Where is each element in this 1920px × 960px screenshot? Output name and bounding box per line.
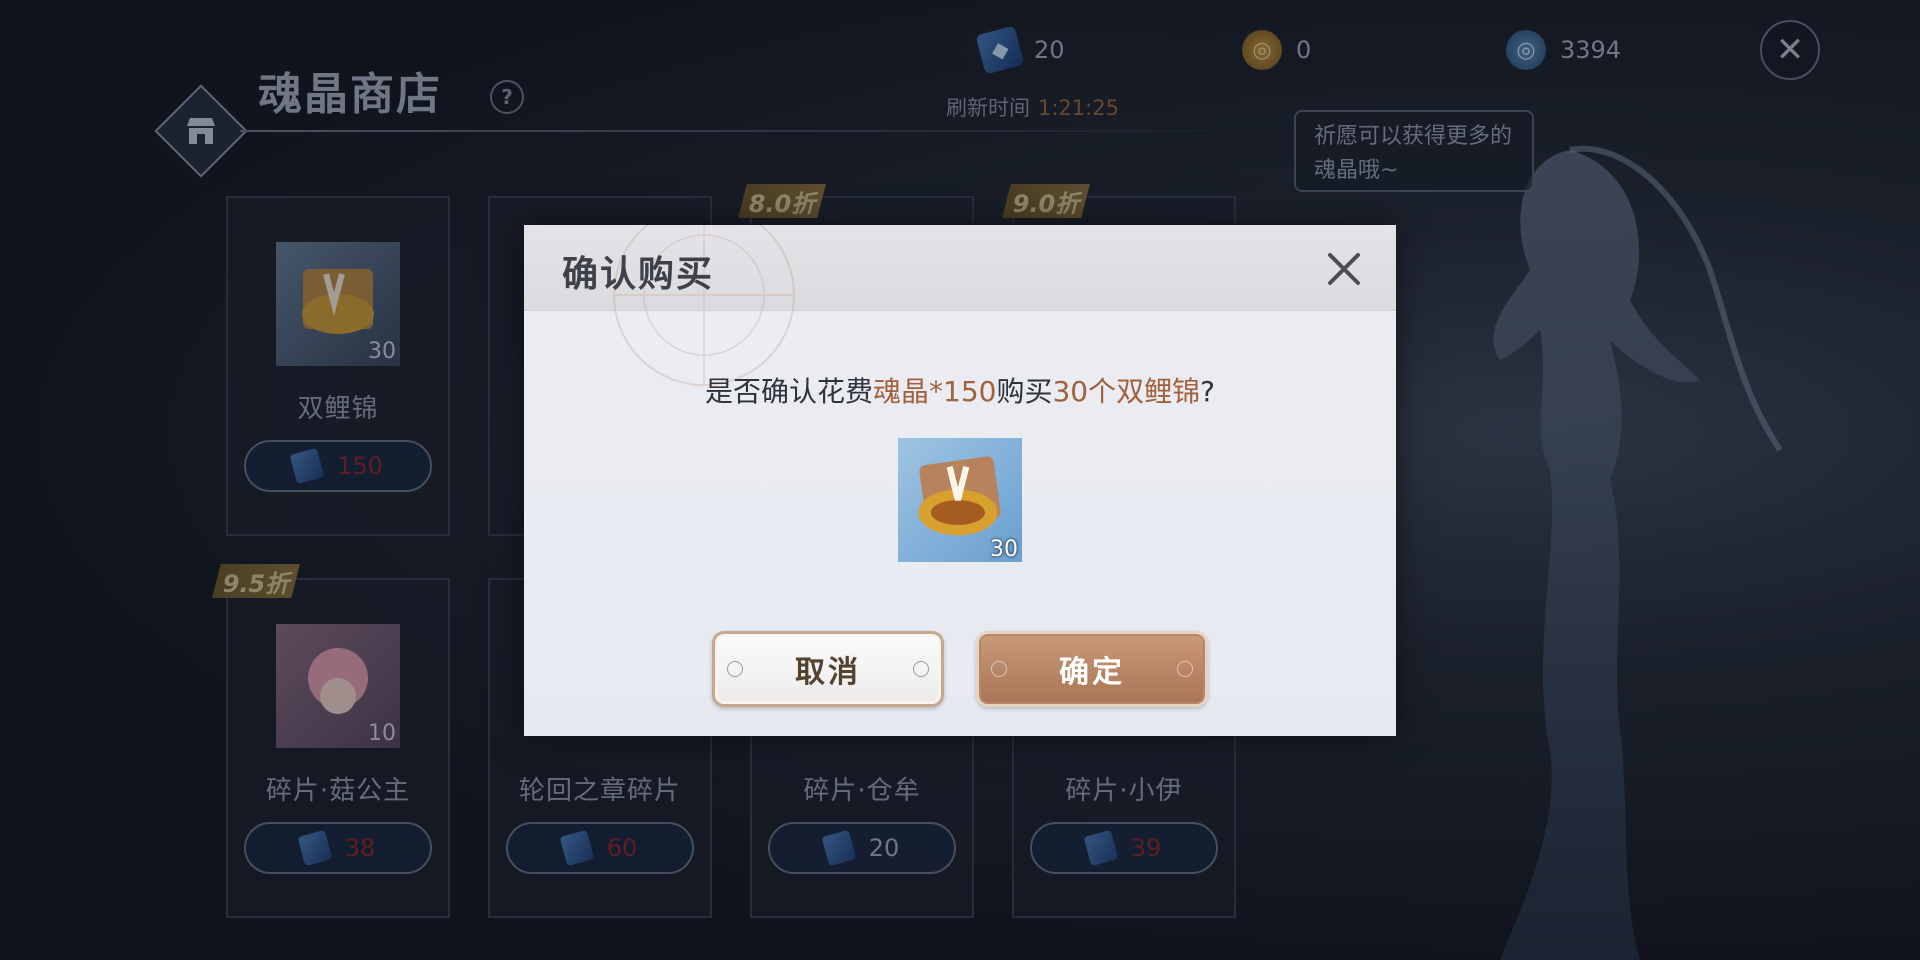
cancel-button[interactable]: 取消	[712, 631, 944, 707]
confirm-purchase-dialog: 确认购买 是否确认花费魂晶*150购买30个双鲤锦? 30 取消 确定	[524, 225, 1396, 736]
purchase-confirm-message: 是否确认花费魂晶*150购买30个双鲤锦?	[705, 375, 1215, 408]
dialog-close-button[interactable]	[1320, 245, 1368, 293]
item-quantity: 30	[990, 537, 1018, 562]
confirm-button[interactable]: 确定	[976, 631, 1208, 707]
cost-highlight: 魂晶*150	[873, 375, 997, 408]
ornament-icon	[913, 661, 929, 677]
dialog-title: 确认购买	[562, 254, 715, 295]
item-highlight: 30个双鲤锦	[1052, 375, 1201, 408]
purchase-item-thumbnail: 30	[898, 438, 1022, 562]
close-icon	[1328, 253, 1360, 285]
ornament-icon	[727, 661, 743, 677]
ornament-icon	[991, 661, 1007, 677]
ornament-icon	[1177, 661, 1193, 677]
